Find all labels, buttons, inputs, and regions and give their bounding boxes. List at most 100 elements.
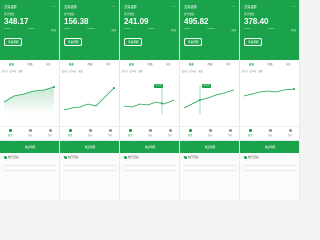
filter-7d[interactable]: 近7日 — [122, 71, 128, 73]
chart-line — [243, 88, 295, 97]
filter-7d[interactable]: 近7日 — [62, 71, 68, 73]
tab-earnings[interactable]: 收益 — [9, 62, 14, 66]
wallet-icon — [268, 128, 272, 132]
trend-chart — [123, 86, 175, 114]
chart-line — [183, 89, 235, 109]
nav-profile[interactable]: 我的 — [228, 128, 232, 137]
filter-30d[interactable]: 近30日 — [10, 71, 17, 73]
stat-percent: +0.00% — [206, 28, 215, 30]
bottom-nav: 首页 收益 我的 — [180, 126, 239, 138]
hero-card: 交易金额 ⋯ 累计收益 156.38 +0.00 +0.00% 昨日 查看明细 — [60, 0, 119, 60]
tab-ranking[interactable]: 排行 — [46, 62, 51, 66]
leaf-icon — [123, 155, 128, 160]
details-button[interactable]: 查看明细 — [244, 38, 263, 46]
bottom-nav: 首页 收益 我的 — [60, 126, 119, 138]
top-bar: 交易金额 ⋯ — [64, 3, 116, 9]
home-icon — [188, 128, 192, 132]
nav-earnings[interactable]: 收益 — [88, 128, 92, 137]
divider — [64, 165, 116, 166]
tab-ranking[interactable]: 排行 — [166, 62, 171, 66]
filter-30d[interactable]: 近30日 — [70, 71, 77, 73]
tab-ranking[interactable]: 排行 — [226, 62, 231, 66]
top-bar: 交易金额 ⋯ — [4, 3, 56, 9]
nav-home-label: 首页 — [127, 134, 133, 137]
filter-all[interactable]: 全部 — [138, 71, 142, 73]
nav-home[interactable]: 首页 — [127, 128, 133, 137]
user-icon — [288, 128, 292, 132]
tab-details[interactable]: 明细 — [208, 62, 213, 66]
screen-title: 交易金额 — [244, 4, 257, 9]
lower-section-label: 热门活动 — [8, 156, 19, 159]
nav-profile[interactable]: 我的 — [108, 128, 112, 137]
filter-row: 近7日 · 近30日 · 全部 — [62, 71, 83, 73]
tab-earnings[interactable]: 收益 — [189, 62, 194, 66]
filter-all[interactable]: 全部 — [198, 71, 202, 73]
tab-earnings[interactable]: 收益 — [69, 62, 74, 66]
lower-screen: 收益明细 热门活动 — [240, 140, 299, 200]
nav-profile[interactable]: 我的 — [48, 128, 52, 137]
filter-30d[interactable]: 近30日 — [250, 71, 257, 73]
nav-profile[interactable]: 我的 — [287, 128, 293, 137]
lower-header: 收益明细 — [120, 141, 179, 153]
nav-earnings[interactable]: 收益 — [207, 128, 213, 137]
filter-all[interactable]: 全部 — [78, 71, 82, 73]
filter-all[interactable]: 全部 — [18, 71, 22, 73]
filter-7d[interactable]: 近7日 — [242, 71, 248, 73]
more-icon[interactable]: ⋯ — [112, 4, 117, 9]
lower-screen: 收益明细 热门活动 — [120, 140, 179, 200]
tab-bar: 收益 明细 排行 — [182, 62, 238, 66]
nav-home[interactable]: 首页 — [67, 128, 73, 137]
tab-ranking[interactable]: 排行 — [106, 62, 111, 66]
screen-title: 交易金额 — [184, 4, 197, 9]
divider — [184, 169, 236, 171]
bottom-nav: 首页 收益 我的 — [0, 126, 59, 138]
stats-row: +0.00 +0.00% 昨日 — [244, 28, 296, 32]
filter-7d[interactable]: 近7日 — [2, 71, 8, 73]
stat-value: +0.00 — [124, 28, 130, 30]
details-button[interactable]: 查看明细 — [4, 38, 23, 46]
nav-home[interactable]: 首页 — [188, 128, 192, 137]
chart-point — [113, 87, 115, 89]
tab-earnings[interactable]: 收益 — [249, 62, 254, 66]
divider — [64, 169, 116, 171]
nav-earnings[interactable]: 收益 — [148, 128, 152, 137]
lower-section-label: 热门活动 — [128, 156, 139, 159]
chart-point — [161, 102, 163, 105]
tab-details[interactable]: 明细 — [28, 62, 33, 66]
filter-30d[interactable]: 近30日 — [130, 71, 137, 73]
details-button[interactable]: 查看明细 — [124, 38, 143, 46]
subtitle: 累计收益 — [64, 13, 75, 16]
top-bar: 交易金额 ⋯ — [184, 3, 236, 9]
chart-line — [123, 99, 175, 108]
nav-earnings[interactable]: 收益 — [268, 128, 272, 137]
nav-profile-label: 我的 — [287, 134, 293, 137]
nav-home-label: 首页 — [67, 134, 73, 137]
amount: 378.40 — [244, 17, 269, 26]
more-icon[interactable]: ⋯ — [172, 4, 177, 9]
leaf-icon — [63, 155, 68, 160]
more-icon[interactable]: ⋯ — [292, 4, 297, 9]
more-icon[interactable]: ⋯ — [232, 4, 237, 9]
tab-earnings[interactable]: 收益 — [129, 62, 134, 66]
tab-details[interactable]: 明细 — [148, 62, 153, 66]
details-button[interactable]: 查看明细 — [184, 38, 203, 46]
details-button[interactable]: 查看明细 — [64, 38, 83, 46]
nav-home[interactable]: 首页 — [248, 128, 252, 137]
tab-bar: 收益 明细 排行 — [122, 62, 178, 66]
stats-row: +0.00 +0.00% 昨日 — [184, 28, 236, 32]
tab-details[interactable]: 明细 — [268, 62, 273, 66]
filter-30d[interactable]: 近30日 — [190, 71, 197, 73]
app-screens-grid: 交易金额 ⋯ 累计收益 348.17 +0.00 +0.00% 昨日 查看明细 … — [0, 0, 300, 200]
filter-7d[interactable]: 近7日 — [182, 71, 188, 73]
amount: 348.17 — [4, 17, 29, 26]
nav-earnings[interactable]: 收益 — [28, 128, 32, 137]
nav-home[interactable]: 首页 — [8, 128, 12, 137]
filter-all[interactable]: 全部 — [258, 71, 262, 73]
lower-section-label: 热门活动 — [68, 156, 79, 159]
more-icon[interactable]: ⋯ — [52, 4, 57, 9]
tab-details[interactable]: 明细 — [88, 62, 93, 66]
lower-header: 收益明细 — [180, 141, 239, 153]
nav-earnings-label: 收益 — [207, 134, 213, 137]
nav-profile[interactable]: 我的 — [168, 128, 172, 137]
tab-ranking[interactable]: 排行 — [286, 62, 291, 66]
